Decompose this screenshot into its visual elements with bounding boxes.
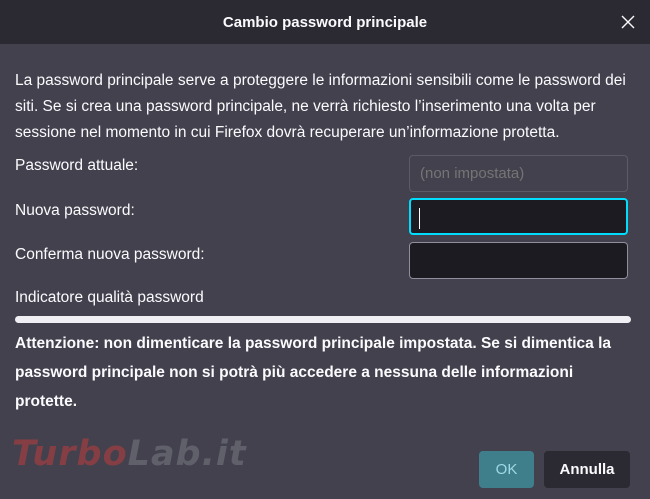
close-button[interactable] xyxy=(614,8,642,36)
ok-button[interactable]: OK xyxy=(479,451,534,488)
new-password-field[interactable] xyxy=(409,198,628,235)
dialog-title: Cambio password principale xyxy=(222,13,428,31)
confirm-password-label: Conferma nuova password: xyxy=(15,246,205,263)
current-password-field xyxy=(409,155,628,192)
dialog-description: La password principale serve a protegger… xyxy=(15,72,626,141)
dialog-titlebar: Cambio password principale xyxy=(0,0,650,44)
warning-text: Attenzione: non dimenticare la password … xyxy=(15,335,612,410)
close-icon xyxy=(621,15,635,29)
new-password-label: Nuova password: xyxy=(15,202,135,219)
watermark-logo: TurboLab.it xyxy=(12,434,247,474)
text-caret xyxy=(419,208,420,229)
confirm-password-field[interactable] xyxy=(409,242,628,279)
watermark-part2: Lab.it xyxy=(127,434,247,474)
quality-meter-label: Indicatore qualità password xyxy=(15,289,204,306)
password-quality-meter xyxy=(15,316,631,323)
current-password-label: Password attuale: xyxy=(15,157,139,174)
watermark-part1: Turbo xyxy=(12,434,128,474)
cancel-button[interactable]: Annulla xyxy=(544,451,630,488)
